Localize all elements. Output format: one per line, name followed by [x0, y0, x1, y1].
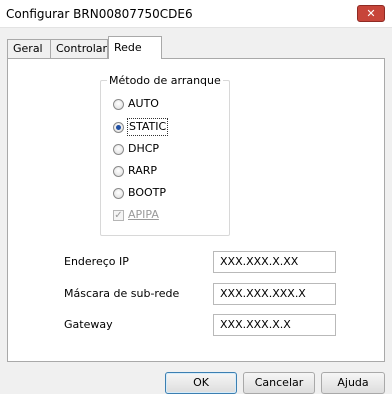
close-button[interactable]: ✕	[357, 5, 385, 22]
subnet-mask-input[interactable]: XXX.XXX.XXX.X	[213, 283, 336, 305]
radio-label: AUTO	[128, 97, 159, 110]
gateway-label: Gateway	[64, 318, 113, 331]
ip-address-label: Endereço IP	[64, 255, 129, 268]
radio-label: BOOTP	[128, 186, 167, 199]
subnet-mask-label: Máscara de sub-rede	[64, 287, 180, 300]
radio-label: RARP	[128, 164, 157, 177]
boot-method-group-label: Método de arranque	[107, 74, 223, 87]
window-title: Configurar BRN00807750CDE6	[6, 7, 193, 21]
checkmark-icon[interactable]: ✓	[113, 210, 124, 221]
help-button[interactable]: Ajuda	[321, 372, 385, 394]
tab-rede[interactable]: Rede	[108, 36, 162, 59]
tab-panel-rede: Método de arranque AUTO STATIC DHCP RARP…	[7, 58, 385, 362]
ip-address-input[interactable]: XXX.XXX.X.XX	[213, 251, 336, 273]
title-bar: Configurar BRN00807750CDE6 ✕	[0, 0, 392, 28]
radio-button[interactable]	[113, 188, 124, 199]
radio-button[interactable]	[113, 99, 124, 110]
radio-label: STATIC	[126, 118, 169, 136]
radio-button[interactable]	[113, 166, 124, 177]
close-icon: ✕	[366, 7, 376, 20]
gateway-input[interactable]: XXX.XXX.X.X	[213, 314, 336, 336]
radio-button[interactable]	[113, 144, 124, 155]
checkbox-label: APIPA	[128, 208, 159, 221]
radio-button-selected[interactable]	[113, 122, 124, 133]
tab-geral[interactable]: Geral	[7, 39, 51, 58]
tab-strip: Geral Controlar Rede	[7, 36, 385, 59]
radio-label: DHCP	[128, 142, 160, 155]
cancel-button[interactable]: Cancelar	[243, 372, 315, 394]
tab-controlar[interactable]: Controlar	[50, 39, 108, 58]
ok-button[interactable]: OK	[165, 372, 237, 394]
